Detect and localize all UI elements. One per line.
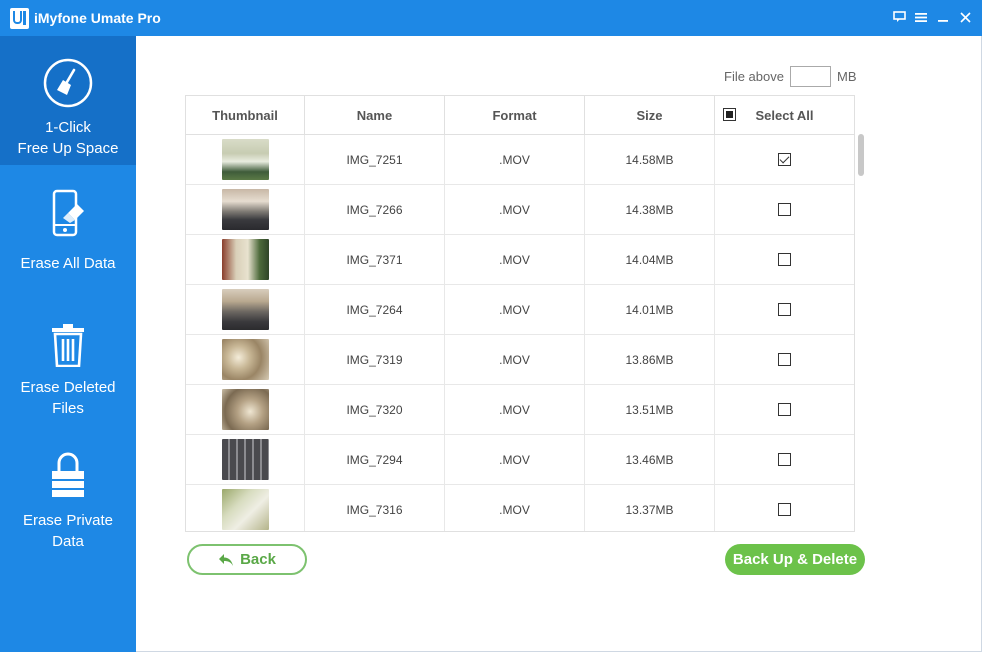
video-thumbnail[interactable] bbox=[221, 139, 269, 180]
column-header-size[interactable]: Size bbox=[585, 96, 715, 135]
table-body: IMG_7251 .MOV 14.58MB IMG_7266 .MOV 14.3… bbox=[186, 135, 854, 531]
file-name: IMG_7264 bbox=[305, 285, 445, 334]
row-checkbox[interactable] bbox=[778, 203, 791, 216]
video-thumbnail[interactable] bbox=[221, 439, 269, 480]
sidebar-item-label: Erase Private bbox=[22, 512, 114, 529]
file-size: 13.51MB bbox=[585, 385, 715, 434]
lock-icon bbox=[52, 452, 84, 497]
file-size: 13.86MB bbox=[585, 335, 715, 384]
video-thumbnail[interactable] bbox=[221, 389, 269, 430]
sidebar-item-erase-private-data[interactable]: Erase Private Data bbox=[0, 422, 136, 562]
table-header: Thumbnail Name Format Size Select All bbox=[186, 96, 854, 135]
file-size: 13.37MB bbox=[585, 485, 715, 531]
file-size: 14.38MB bbox=[585, 185, 715, 234]
back-button[interactable]: Back bbox=[187, 544, 307, 575]
select-all-checkbox[interactable] bbox=[723, 108, 736, 121]
sidebar-item-label: Erase Deleted bbox=[20, 379, 116, 396]
column-header-select-all[interactable]: Select All bbox=[715, 96, 854, 135]
sidebar-item-label: Data bbox=[52, 533, 84, 550]
file-format: .MOV bbox=[445, 135, 585, 184]
broom-icon bbox=[43, 58, 93, 108]
file-format: .MOV bbox=[445, 485, 585, 531]
file-size: 14.01MB bbox=[585, 285, 715, 334]
row-checkbox[interactable] bbox=[778, 403, 791, 416]
phone-erase-icon bbox=[52, 189, 84, 237]
column-header-thumbnail: Thumbnail bbox=[186, 96, 305, 135]
filter-unit: MB bbox=[836, 69, 857, 84]
row-checkbox[interactable] bbox=[778, 153, 791, 166]
file-size-filter: File above MB bbox=[724, 66, 856, 87]
app-title: iMyfone Umate Pro bbox=[34, 10, 161, 26]
sidebar-item-label: Erase All Data bbox=[20, 255, 116, 272]
table-row[interactable]: IMG_7316 .MOV 13.37MB bbox=[186, 485, 854, 531]
file-size: 13.46MB bbox=[585, 435, 715, 484]
feedback-icon[interactable] bbox=[892, 8, 906, 26]
table-row[interactable]: IMG_7251 .MOV 14.58MB bbox=[186, 135, 854, 185]
video-thumbnail[interactable] bbox=[221, 239, 269, 280]
table-row[interactable]: IMG_7320 .MOV 13.51MB bbox=[186, 385, 854, 435]
table-scrollbar[interactable] bbox=[858, 134, 864, 176]
file-name: IMG_7320 bbox=[305, 385, 445, 434]
row-checkbox[interactable] bbox=[778, 253, 791, 266]
file-size-input[interactable] bbox=[789, 66, 831, 87]
column-header-format[interactable]: Format bbox=[445, 96, 585, 135]
table-row[interactable]: IMG_7319 .MOV 13.86MB bbox=[186, 335, 854, 385]
table-row[interactable]: IMG_7266 .MOV 14.38MB bbox=[186, 185, 854, 235]
row-checkbox[interactable] bbox=[778, 453, 791, 466]
window-controls bbox=[892, 8, 972, 26]
file-format: .MOV bbox=[445, 385, 585, 434]
sidebar-item-label: 1-Click bbox=[45, 119, 91, 136]
umate-logo-icon bbox=[10, 8, 29, 29]
file-name: IMG_7319 bbox=[305, 335, 445, 384]
table-row[interactable]: IMG_7264 .MOV 14.01MB bbox=[186, 285, 854, 335]
sidebar-item-erase-deleted-files[interactable]: Erase Deleted Files bbox=[0, 293, 136, 422]
video-thumbnail[interactable] bbox=[221, 339, 269, 380]
table-row[interactable]: IMG_7294 .MOV 13.46MB bbox=[186, 435, 854, 485]
sidebar-item-erase-all-data[interactable]: Erase All Data bbox=[0, 165, 136, 293]
main-panel: File above MB Thumbnail Name Format Size… bbox=[136, 36, 982, 652]
menu-icon[interactable] bbox=[914, 8, 928, 26]
back-arrow-icon bbox=[219, 553, 234, 566]
video-thumbnail[interactable] bbox=[221, 189, 269, 230]
video-thumbnail[interactable] bbox=[221, 489, 269, 530]
trash-icon bbox=[52, 324, 84, 368]
file-table: Thumbnail Name Format Size Select All IM… bbox=[185, 95, 855, 532]
file-name: IMG_7266 bbox=[305, 185, 445, 234]
file-name: IMG_7294 bbox=[305, 435, 445, 484]
file-format: .MOV bbox=[445, 285, 585, 334]
column-header-name[interactable]: Name bbox=[305, 96, 445, 135]
backup-delete-button[interactable]: Back Up & Delete bbox=[725, 544, 865, 575]
table-row[interactable]: IMG_7371 .MOV 14.04MB bbox=[186, 235, 854, 285]
file-size: 14.04MB bbox=[585, 235, 715, 284]
title-bar: iMyfone Umate Pro bbox=[0, 0, 982, 36]
video-thumbnail[interactable] bbox=[221, 289, 269, 330]
sidebar-item-free-up-space[interactable]: 1-Click Free Up Space bbox=[0, 36, 136, 165]
sidebar-item-label: Files bbox=[52, 400, 84, 417]
file-format: .MOV bbox=[445, 435, 585, 484]
file-name: IMG_7251 bbox=[305, 135, 445, 184]
file-size: 14.58MB bbox=[585, 135, 715, 184]
minimize-icon[interactable] bbox=[936, 8, 950, 26]
file-format: .MOV bbox=[445, 235, 585, 284]
row-checkbox[interactable] bbox=[778, 353, 791, 366]
sidebar-item-label: Free Up Space bbox=[17, 140, 119, 157]
filter-label: File above bbox=[724, 69, 784, 84]
select-all-label: Select All bbox=[755, 108, 814, 123]
file-name: IMG_7316 bbox=[305, 485, 445, 531]
sidebar: 1-Click Free Up Space Erase All Data Era… bbox=[0, 36, 136, 652]
close-icon[interactable] bbox=[958, 8, 972, 26]
row-checkbox[interactable] bbox=[778, 503, 791, 516]
backup-delete-label: Back Up & Delete bbox=[732, 551, 858, 568]
file-name: IMG_7371 bbox=[305, 235, 445, 284]
row-checkbox[interactable] bbox=[778, 303, 791, 316]
file-format: .MOV bbox=[445, 185, 585, 234]
file-format: .MOV bbox=[445, 335, 585, 384]
back-button-label: Back bbox=[240, 551, 276, 568]
